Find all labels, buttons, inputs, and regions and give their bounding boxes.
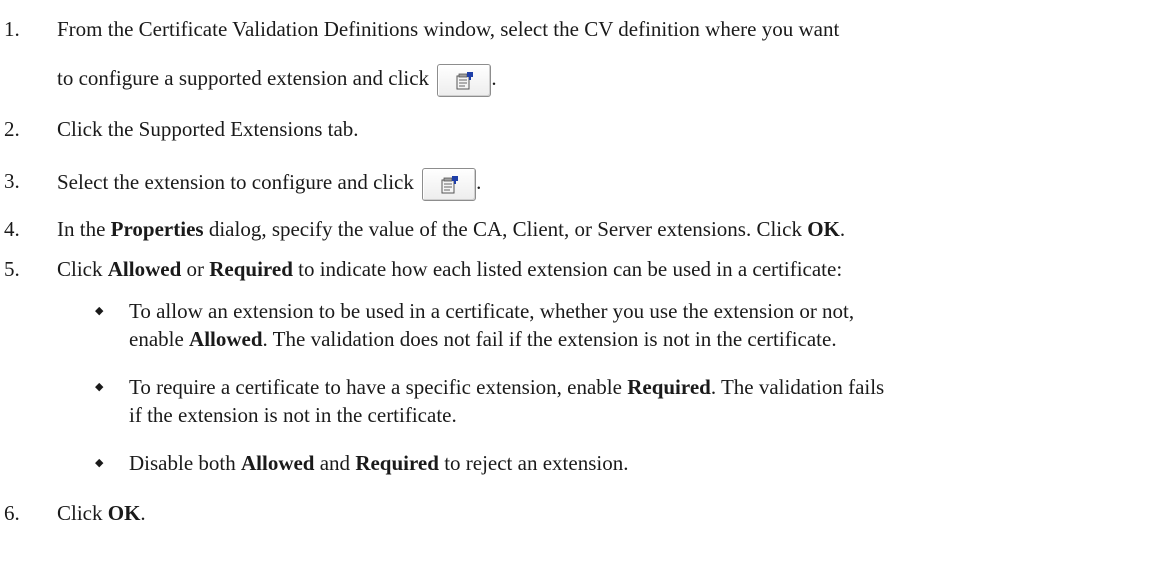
properties-icon [456, 72, 474, 90]
step-number: 6. [4, 501, 20, 525]
step-text: Select the extension to configure and cl… [57, 170, 414, 194]
diamond-bullet-icon: ◆ [95, 381, 104, 393]
bullet-text: enable [129, 327, 190, 351]
bullet-text: to reject an extension. [438, 451, 629, 475]
step-text: From the Certificate Validation Definiti… [57, 17, 840, 41]
bullet-text: . The validation does not fail if the ex… [262, 327, 837, 351]
step-bold-allowed: Allowed [107, 257, 182, 281]
step-text: Click [57, 501, 108, 525]
step-text-period: . [491, 66, 497, 90]
step-text: Click [57, 257, 108, 281]
step-text: or [181, 257, 210, 281]
bullet-text: Disable both [129, 451, 241, 475]
step-number: 5. [4, 257, 20, 281]
step-text: In the [57, 217, 111, 241]
bullet-text: and [314, 451, 356, 475]
step-text: to indicate how each listed extension ca… [292, 257, 843, 281]
properties-icon [441, 176, 459, 194]
step-text: to configure a supported extension and c… [57, 66, 430, 90]
step-text: Click the Supported Extensions tab. [57, 117, 359, 141]
bullet-bold-required: Required [355, 451, 439, 475]
bullet-bold-allowed: Allowed [240, 451, 315, 475]
step-bold-properties: Properties [110, 217, 204, 241]
properties-button[interactable] [437, 64, 492, 97]
step-bold-ok: OK [807, 217, 840, 241]
step-text-period: . [476, 170, 482, 194]
bullet-bold-required: Required [627, 375, 711, 399]
step-bold-ok: OK [107, 501, 141, 525]
step-bold-required: Required [209, 257, 293, 281]
bullet-text: . The validation fails [710, 375, 885, 399]
bullet-bold-allowed: Allowed [189, 327, 263, 351]
properties-button[interactable] [422, 168, 477, 201]
step-number: 2. [4, 117, 20, 141]
step-number: 1. [4, 17, 20, 41]
step-number: 4. [4, 217, 20, 241]
bullet-text: To allow an extension to be used in a ce… [129, 299, 855, 323]
step-text: dialog, specify the value of the CA, Cli… [203, 217, 808, 241]
diamond-bullet-icon: ◆ [95, 305, 104, 317]
diamond-bullet-icon: ◆ [95, 457, 104, 469]
bullet-text: To require a certificate to have a speci… [129, 375, 628, 399]
step-number: 3. [4, 169, 20, 193]
bullet-text: if the extension is not in the certifica… [129, 403, 457, 427]
